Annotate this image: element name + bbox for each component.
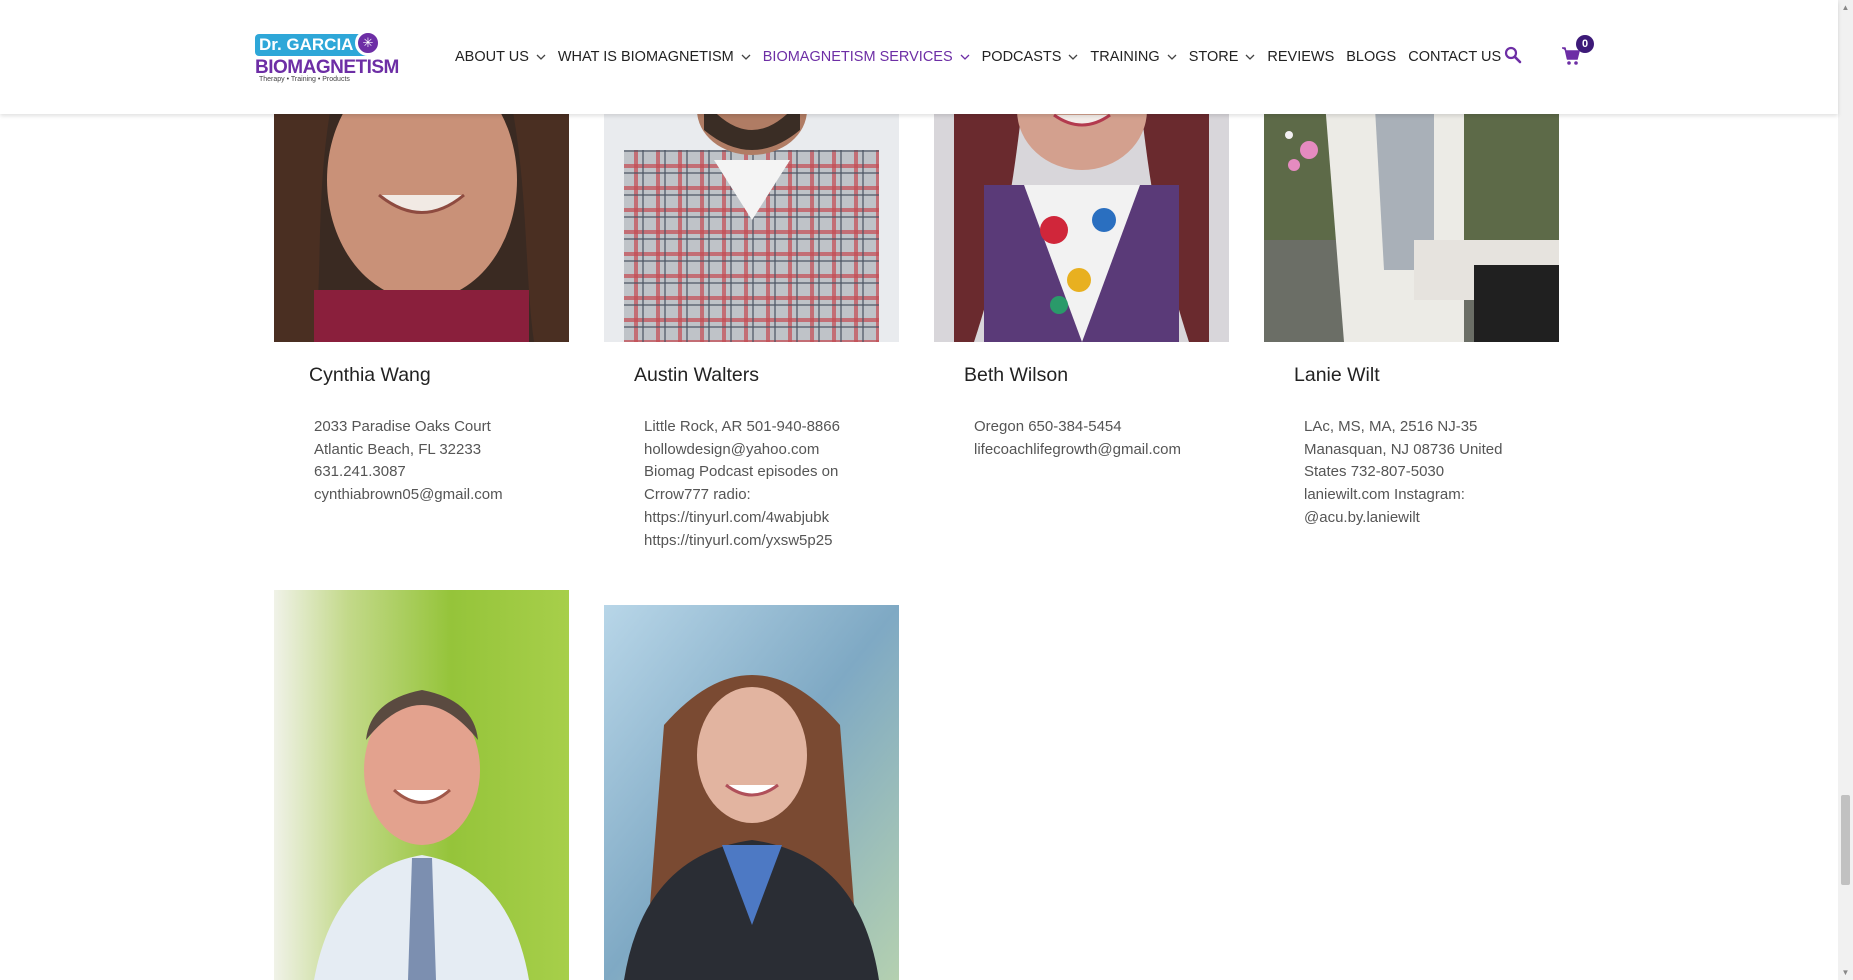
contact-line: Atlantic Beach, FL 32233 [314, 440, 482, 458]
nav-label: WHAT IS BIOMAGNETISM [557, 49, 734, 65]
site-logo[interactable]: Dr. GARCIA ✳ BIOMAGNETISM Therapy • Trai… [255, 30, 399, 86]
practitioner-photo-cynthia-wang [274, 90, 569, 342]
nav-label: CONTACT US [1408, 49, 1502, 65]
search-icon[interactable] [1504, 46, 1522, 64]
contact-line: https://tinyurl.com/4wabjubk [644, 508, 830, 526]
practitioner-contact: LAc, MS, MA, 2516 NJ-35 Manasquan, NJ 08… [1304, 416, 1502, 530]
contact-line: @acu.by.laniewilt [1304, 508, 1420, 526]
portrait-image [604, 90, 899, 342]
portrait-image [274, 90, 569, 342]
portrait-image [274, 590, 569, 980]
practitioner-name: Beth Wilson [964, 364, 1069, 386]
nav-label: PODCASTS [981, 49, 1062, 65]
nav-label: BIOMAGNETISM SERVICES [762, 49, 953, 65]
scrollbar-thumb[interactable] [1841, 795, 1850, 885]
practitioner-photo-beth-wilson [934, 90, 1229, 342]
contact-line: Crrow777 radio: [644, 486, 751, 504]
contact-line: Oregon 650-384-5454 [974, 418, 1122, 435]
practitioner-photo [604, 605, 899, 980]
nav-podcasts[interactable]: PODCASTS [982, 49, 1079, 65]
nav-label: ABOUT US [455, 49, 529, 65]
contact-line: https://tinyurl.com/yxsw5p25 [644, 531, 833, 549]
practitioner-photo-lanie-wilt [1264, 90, 1559, 342]
contact-line: States 732-807-5030 [1304, 463, 1445, 481]
chevron-down-icon [1245, 54, 1255, 60]
contact-line: Biomag Podcast episodes on [644, 463, 839, 481]
practitioner-name: Lanie Wilt [1294, 364, 1380, 386]
page-scrollbar[interactable]: ▲ ▼ [1838, 0, 1853, 980]
practitioner-contact: 2033 Paradise Oaks Court Atlantic Beach,… [314, 416, 503, 507]
chevron-down-icon [960, 54, 970, 60]
scroll-up-arrow-icon[interactable]: ▲ [1838, 0, 1853, 15]
site-header: Dr. GARCIA ✳ BIOMAGNETISM Therapy • Trai… [0, 0, 1838, 114]
contact-line: lifecoachlifegrowth@gmail.com [974, 440, 1181, 458]
nav-label: REVIEWS [1267, 49, 1335, 65]
nav-label: TRAINING [1090, 49, 1160, 65]
contact-line: 2033 Paradise Oaks Court [314, 418, 491, 435]
portrait-image [1264, 90, 1559, 342]
nav-store[interactable]: STORE [1189, 49, 1256, 65]
nav-biomagnetism-services[interactable]: BIOMAGNETISM SERVICES [763, 49, 970, 65]
chevron-down-icon [741, 54, 751, 60]
nav-blogs[interactable]: BLOGS [1346, 49, 1396, 65]
logo-tagline: Therapy • Training • Products [259, 76, 350, 83]
practitioner-contact: Little Rock, AR 501-940-8866 hollowdesig… [644, 416, 840, 552]
chevron-down-icon [1068, 54, 1078, 60]
nav-label: BLOGS [1346, 49, 1397, 65]
practitioner-name: Austin Walters [634, 364, 759, 386]
practitioner-name: Cynthia Wang [309, 364, 431, 386]
practitioner-photo [274, 590, 569, 980]
logo-top-text: Dr. GARCIA [255, 34, 370, 56]
nav-about-us[interactable]: ABOUT US [455, 49, 546, 65]
contact-line: laniewilt.com Instagram: [1304, 486, 1465, 504]
contact-line: Little Rock, AR 501-940-8866 [644, 418, 840, 435]
main-nav: ABOUT US WHAT IS BIOMAGNETISM BIOMAGNETI… [455, 46, 1513, 68]
practitioner-photo-austin-walters [604, 90, 899, 342]
nav-training[interactable]: TRAINING [1090, 49, 1177, 65]
nav-reviews[interactable]: REVIEWS [1267, 49, 1334, 65]
nav-contact-us[interactable]: CONTACT US [1408, 49, 1501, 65]
contact-line: hollowdesign@yahoo.com [644, 440, 820, 458]
contact-line: LAc, MS, MA, 2516 NJ-35 [1304, 418, 1478, 435]
chevron-down-icon [1167, 54, 1177, 60]
logo-badge-icon: ✳ [355, 30, 381, 56]
chevron-down-icon [536, 54, 546, 60]
portrait-image [604, 605, 899, 980]
nav-what-is-biomagnetism[interactable]: WHAT IS BIOMAGNETISM [558, 49, 751, 65]
scroll-down-arrow-icon[interactable]: ▼ [1838, 965, 1853, 980]
contact-line: Manasquan, NJ 08736 United [1304, 440, 1503, 458]
practitioner-contact: Oregon 650-384-5454 lifecoachlifegrowth@… [974, 416, 1181, 461]
contact-line: 631.241.3087 [314, 463, 406, 481]
contact-line: cynthiabrown05@gmail.com [314, 486, 503, 504]
portrait-image [934, 90, 1229, 342]
nav-label: STORE [1188, 49, 1239, 65]
cart-count-badge[interactable]: 0 [1576, 35, 1594, 53]
